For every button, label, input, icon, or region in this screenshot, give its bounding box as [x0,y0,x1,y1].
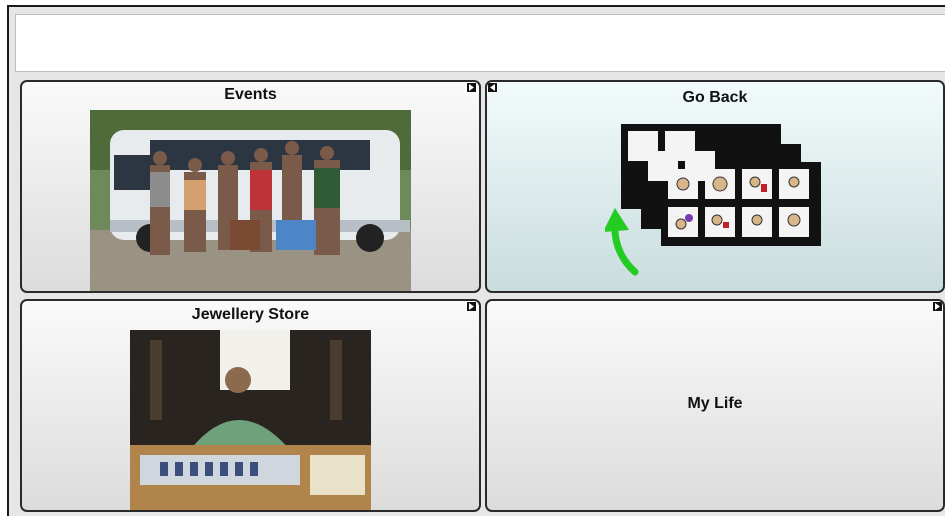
jewellery-store-button[interactable]: Jewellery Store [20,299,481,512]
go-back-icon [605,124,821,276]
link-arrow-icon [932,301,943,312]
go-back-button[interactable]: Go Back [485,80,945,293]
my-life-label: My Life [687,394,743,412]
message-bar[interactable] [15,14,945,72]
jewellery-store-photo [130,330,371,510]
link-arrow-icon [466,82,477,93]
events-button[interactable]: Events [20,80,481,293]
jewellery-store-label: Jewellery Store [191,306,310,323]
my-life-button[interactable]: My Life [485,299,945,512]
events-label: Events [224,86,277,103]
events-photo [90,110,411,291]
back-arrow-icon [487,82,498,93]
link-arrow-icon [466,301,477,312]
go-back-label: Go Back [682,89,748,106]
